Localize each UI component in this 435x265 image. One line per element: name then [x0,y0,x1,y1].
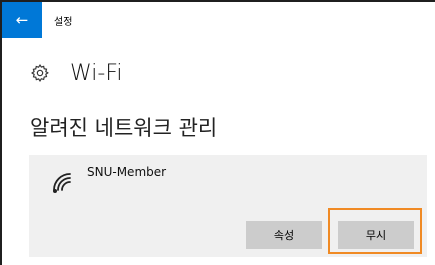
back-button[interactable]: ← [2,2,42,38]
window-title: 설정 [54,17,73,28]
page-header: Wi-Fi [30,56,123,90]
title-bar: ← 설정 [2,2,435,38]
gear-icon [31,64,49,82]
highlight-box [328,208,422,254]
back-arrow-icon: ← [15,11,29,29]
properties-button[interactable]: 속성 [246,221,322,249]
section-title: 알려진 네트워크 관리 [30,116,218,140]
wifi-signal-icon [53,173,71,193]
page-title: Wi-Fi [70,60,123,86]
network-name: SNU-Member [87,165,167,179]
